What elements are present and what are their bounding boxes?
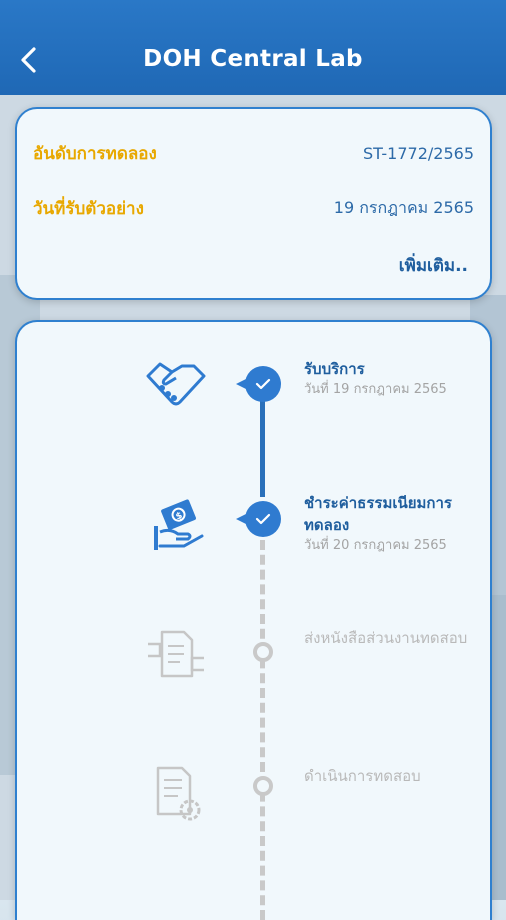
info-row-test-number: อันดับการทดลอง ST-1772/2565 xyxy=(33,138,474,168)
step-title: รับบริการ xyxy=(304,360,365,378)
document-exchange-icon xyxy=(148,630,204,678)
progress-timeline-card: รับบริการ วันที่ 19 กรกฎาคม 2565 $ ชำระค… xyxy=(15,320,492,920)
sample-info-card: อันดับการทดลอง ST-1772/2565 วันที่รับตัว… xyxy=(15,107,492,300)
test-number-value: ST-1772/2565 xyxy=(362,143,474,163)
handshake-icon xyxy=(146,362,206,406)
pending-dot-icon xyxy=(253,642,273,662)
more-details-link[interactable]: เพิ่มเติม.. xyxy=(399,252,468,279)
step-2-done-marker xyxy=(236,501,281,537)
timeline-step-3: ส่งหนังสือส่วนงานทดสอบ xyxy=(304,627,484,649)
received-date-value: 19 กรกฎาคม 2565 xyxy=(333,197,474,217)
page-title: DOH Central Lab xyxy=(143,46,363,72)
step-3-pending-marker xyxy=(245,634,281,670)
timeline-step-1: รับบริการ วันที่ 19 กรกฎาคม 2565 xyxy=(304,358,484,400)
step-date: วันที่ 20 กรกฎาคม 2565 xyxy=(304,538,447,553)
app-header: DOH Central Lab xyxy=(0,0,506,95)
pending-dot-icon xyxy=(253,776,273,796)
check-icon xyxy=(255,513,271,525)
timeline-connector-pending xyxy=(260,540,265,920)
check-icon xyxy=(255,378,271,390)
timeline-connector-done xyxy=(260,397,265,497)
timeline-step-2: ชำระค่าธรรมเนียมการทดลอง วันที่ 20 กรกฎา… xyxy=(304,492,484,556)
step-title: ชำระค่าธรรมเนียมการทดลอง xyxy=(304,494,452,534)
step-title: ดำเนินการทดสอบ xyxy=(304,767,421,785)
step-date: วันที่ 19 กรกฎาคม 2565 xyxy=(304,382,447,397)
test-number-label: อันดับการทดลอง xyxy=(33,143,157,164)
document-gear-icon xyxy=(156,766,201,821)
step-4-pending-marker xyxy=(245,768,281,804)
step-title: ส่งหนังสือส่วนงานทดสอบ xyxy=(304,629,468,647)
received-date-label: วันที่รับตัวอย่าง xyxy=(33,198,144,219)
info-row-received-date: วันที่รับตัวอย่าง 19 กรกฎาคม 2565 xyxy=(33,193,474,223)
payment-hand-icon: $ xyxy=(154,499,204,550)
timeline-step-4: ดำเนินการทดสอบ xyxy=(304,765,484,787)
step-1-done-marker xyxy=(236,366,281,402)
